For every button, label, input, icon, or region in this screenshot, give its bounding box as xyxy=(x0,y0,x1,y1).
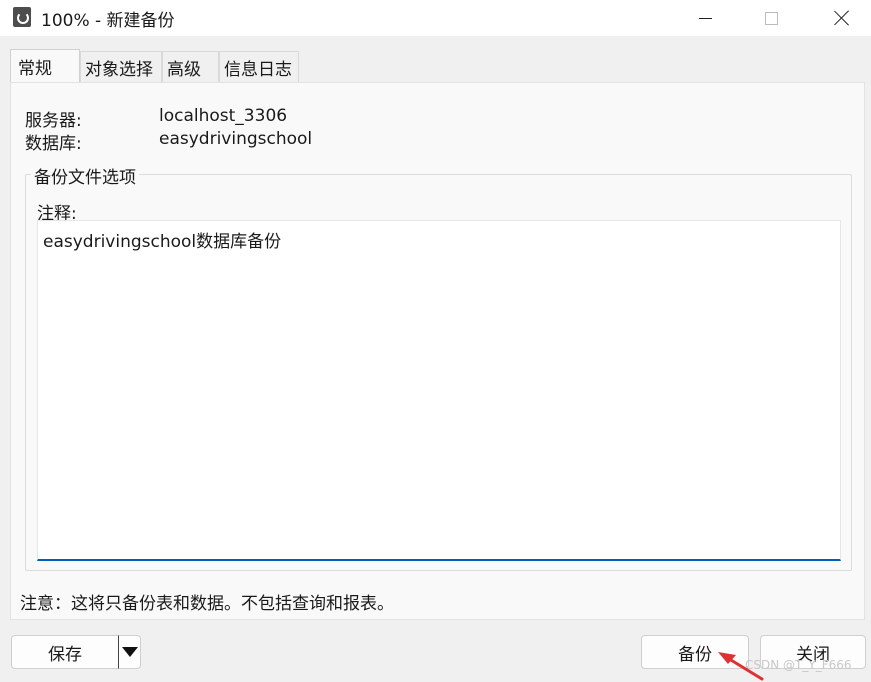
minimize-button[interactable] xyxy=(676,0,734,36)
server-label: 服务器: xyxy=(25,111,82,131)
tab-bar: 常规 对象选择 高级 信息日志 xyxy=(10,49,299,83)
tab-general[interactable]: 常规 xyxy=(10,49,80,82)
minimize-icon xyxy=(698,17,712,19)
annotation-arrow-icon xyxy=(718,652,764,681)
save-dropdown-button[interactable] xyxy=(118,635,141,669)
title-bar: 100% - 新建备份 xyxy=(0,0,871,36)
backup-note: 注意：这将只备份表和数据。不包括查询和报表。 xyxy=(20,594,394,614)
maximize-button[interactable] xyxy=(742,0,800,36)
close-window-button[interactable] xyxy=(813,0,871,36)
backup-dialog: 100% - 新建备份 常规 对象选择 高级 信息日志 服务器: localho… xyxy=(0,0,871,682)
tab-advanced[interactable]: 高级 xyxy=(162,51,219,82)
comment-textarea[interactable]: easydrivingschool数据库备份 xyxy=(37,220,841,561)
backup-app-icon xyxy=(13,7,31,27)
maximize-icon xyxy=(764,11,778,25)
database-label: 数据库: xyxy=(25,134,82,154)
triangle-down-icon xyxy=(121,647,138,657)
tab-message-log[interactable]: 信息日志 xyxy=(219,51,299,82)
database-value: easydrivingschool xyxy=(159,129,313,149)
close-icon xyxy=(834,10,850,26)
server-value: localhost_3306 xyxy=(159,106,288,126)
group-title: 备份文件选项 xyxy=(31,163,139,188)
tab-object-selection[interactable]: 对象选择 xyxy=(80,51,162,82)
window-title: 100% - 新建备份 xyxy=(41,11,175,31)
save-button[interactable]: 保存 xyxy=(11,635,119,669)
